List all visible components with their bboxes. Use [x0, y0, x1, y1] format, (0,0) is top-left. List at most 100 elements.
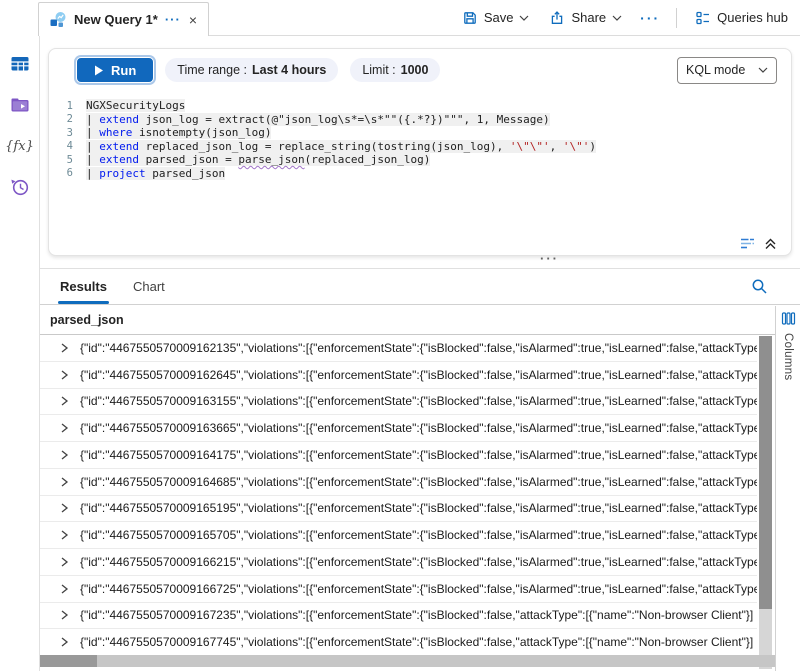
- code-line[interactable]: 3 | where isnotempty(json_log): [49, 126, 785, 140]
- kql-mode-select[interactable]: KQL mode: [677, 57, 777, 84]
- tab-results[interactable]: Results: [60, 279, 107, 294]
- table-row[interactable]: {"id":"4467550570009162135","violations"…: [40, 335, 757, 362]
- expand-chevron-icon[interactable]: [57, 475, 71, 489]
- expand-chevron-icon[interactable]: [57, 608, 71, 622]
- expand-chevron-icon[interactable]: [57, 394, 71, 408]
- history-icon[interactable]: [8, 176, 32, 198]
- line-number: 6: [49, 167, 73, 179]
- horizontal-scrollbar[interactable]: [40, 655, 775, 667]
- table-row[interactable]: {"id":"4467550570009165195","violations"…: [40, 496, 757, 523]
- tab-close-icon[interactable]: ×: [188, 13, 198, 27]
- table-row[interactable]: {"id":"4467550570009165705","violations"…: [40, 522, 757, 549]
- code-token: extend: [99, 140, 139, 153]
- share-icon: [549, 10, 565, 26]
- expand-chevron-icon[interactable]: [57, 341, 71, 355]
- code-line[interactable]: 4| extend replaced_json_log = replace_st…: [49, 140, 785, 154]
- chevron-down-icon: [612, 15, 622, 21]
- save-label: Save: [484, 10, 514, 25]
- expand-chevron-icon[interactable]: [57, 582, 71, 596]
- results-rows: {"id":"4467550570009162135","violations"…: [40, 335, 757, 655]
- table-row[interactable]: {"id":"4467550570009163665","violations"…: [40, 415, 757, 442]
- table-row[interactable]: {"id":"4467550570009163155","violations"…: [40, 389, 757, 416]
- expand-chevron-icon[interactable]: [57, 368, 71, 382]
- table-row[interactable]: {"id":"4467550570009164685","violations"…: [40, 469, 757, 496]
- query-tab[interactable]: New Query 1* ··· ×: [38, 2, 209, 36]
- search-icon[interactable]: [751, 278, 768, 300]
- adx-logo-icon: [49, 11, 67, 29]
- code-line[interactable]: 6 | project parsed_json: [49, 167, 785, 181]
- table-row[interactable]: {"id":"4467550570009164175","violations"…: [40, 442, 757, 469]
- table-row[interactable]: {"id":"4467550570009167745","violations"…: [40, 629, 757, 655]
- line-number: 3: [49, 127, 73, 139]
- code-line[interactable]: 5| extend parsed_json = parse_json(repla…: [49, 153, 785, 167]
- queries-hub-button[interactable]: Queries hub: [689, 6, 794, 30]
- pane-resize-handle[interactable]: ···: [540, 254, 559, 264]
- run-button[interactable]: Run: [77, 58, 153, 82]
- code-highlight: | extend json_log = extract(@"json_log\s…: [86, 113, 550, 126]
- row-json-text: {"id":"4467550570009166725","violations"…: [80, 582, 757, 596]
- code-token: where: [99, 126, 132, 139]
- editor-lines: 1 NGXSecurityLogs 2 | extend json_log = ext…: [49, 99, 785, 180]
- code-token: extend: [99, 153, 139, 166]
- fx-label: {fx}: [5, 139, 34, 154]
- expand-chevron-icon[interactable]: [57, 501, 71, 515]
- code-text: | project parsed_json: [86, 167, 225, 181]
- code-token: '\"': [563, 140, 590, 153]
- share-label: Share: [571, 10, 606, 25]
- results-panel: Results Chart parsed_json Columns {"id":…: [40, 268, 800, 671]
- row-json-text: {"id":"4467550570009167745","violations"…: [80, 635, 757, 649]
- code-token: |: [86, 153, 99, 166]
- time-range-pill[interactable]: Time range : Last 4 hours: [165, 58, 338, 82]
- main-panel: Run Time range : Last 4 hours Limit : 10…: [40, 35, 800, 671]
- table-row[interactable]: {"id":"4467550570009166725","violations"…: [40, 576, 757, 603]
- code-token: '\"\"': [510, 140, 550, 153]
- line-number: 1: [49, 100, 73, 112]
- vertical-scrollbar[interactable]: [759, 336, 772, 669]
- table-row[interactable]: {"id":"4467550570009162645","violations"…: [40, 362, 757, 389]
- code-token: json_log = extract(@"json_log\s*=\s*""({…: [139, 113, 550, 126]
- data-tables-icon[interactable]: [8, 53, 32, 75]
- tab-chart[interactable]: Chart: [133, 279, 165, 294]
- code-line[interactable]: 2 | extend json_log = extract(@"json_log\…: [49, 113, 785, 127]
- expand-chevron-icon[interactable]: [57, 528, 71, 542]
- code-highlight: | where isnotempty(json_log): [86, 126, 271, 139]
- play-icon: [94, 65, 104, 76]
- functions-icon[interactable]: {fx}: [8, 135, 32, 157]
- code-text: | extend parsed_json = parse_json(replac…: [86, 153, 430, 167]
- code-line[interactable]: 1 NGXSecurityLogs: [49, 99, 785, 113]
- expand-chevron-icon[interactable]: [57, 635, 71, 649]
- limit-pill[interactable]: Limit : 1000: [350, 58, 440, 82]
- line-number: 2: [49, 113, 73, 125]
- code-text: | where isnotempty(json_log): [86, 126, 271, 140]
- limit-value: 1000: [401, 63, 429, 77]
- row-json-text: {"id":"4467550570009165705","violations"…: [80, 528, 757, 542]
- code-highlight: | extend parsed_json = parse_json(replac…: [86, 153, 430, 166]
- query-editor[interactable]: 1 NGXSecurityLogs 2 | extend json_log = ext…: [49, 99, 785, 180]
- format-query-icon[interactable]: [740, 237, 755, 250]
- save-button[interactable]: Save: [456, 6, 536, 30]
- tab-more-icon[interactable]: ···: [165, 13, 181, 26]
- more-actions-button[interactable]: ···: [636, 10, 664, 26]
- expand-chevron-icon[interactable]: [57, 448, 71, 462]
- code-token: parse_json: [238, 153, 304, 166]
- expand-chevron-icon[interactable]: [57, 421, 71, 435]
- code-highlight: NGXSecurityLogs: [86, 99, 185, 112]
- table-row[interactable]: {"id":"4467550570009167235","violations"…: [40, 603, 757, 630]
- expand-chevron-icon[interactable]: [57, 555, 71, 569]
- code-token: extend: [99, 113, 139, 126]
- columns-side-panel[interactable]: Columns: [775, 306, 800, 671]
- share-button[interactable]: Share: [543, 6, 628, 30]
- code-token: ): [589, 140, 596, 153]
- results-tabs: Results Chart: [40, 269, 800, 305]
- table-row[interactable]: {"id":"4467550570009166215","violations"…: [40, 549, 757, 576]
- code-token: |: [86, 113, 99, 126]
- queries-icon[interactable]: [8, 94, 32, 116]
- columns-icon: [781, 311, 796, 326]
- vertical-scrollbar-thumb[interactable]: [759, 336, 772, 609]
- code-highlight: | project parsed_json: [86, 167, 225, 180]
- horizontal-scrollbar-thumb[interactable]: [40, 655, 97, 667]
- code-text: | extend json_log = extract(@"json_log\s…: [86, 113, 550, 127]
- collapse-panel-icon[interactable]: [764, 237, 777, 250]
- queries-hub-label: Queries hub: [717, 10, 788, 25]
- column-header-parsed-json[interactable]: parsed_json: [40, 306, 775, 335]
